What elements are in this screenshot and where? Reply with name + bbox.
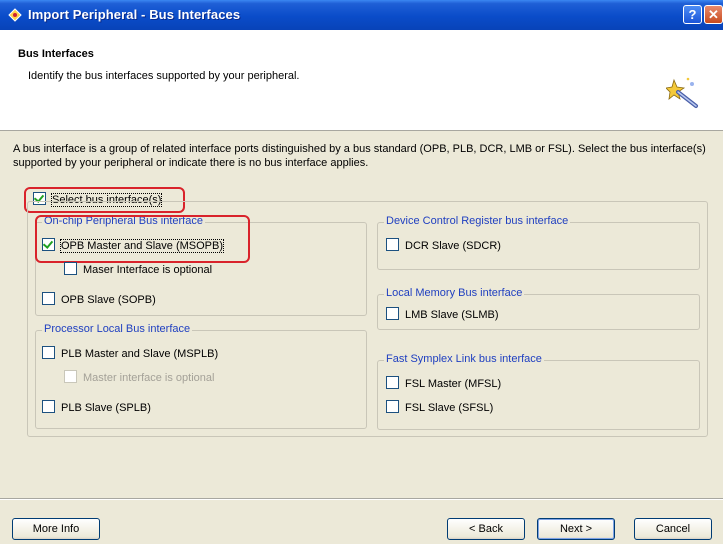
checkbox-icon[interactable] xyxy=(42,400,55,413)
legend-dcr: Device Control Register bus interface xyxy=(384,215,571,227)
checkbox-icon[interactable] xyxy=(386,376,399,389)
header-subtitle: Identify the bus interfaces supported by… xyxy=(28,70,300,82)
plb-master-slave-label: PLB Master and Slave (MSPLB) xyxy=(61,348,219,360)
checkbox-icon[interactable] xyxy=(42,346,55,359)
help-button[interactable]: ? xyxy=(683,5,702,24)
group-fsl: Fast Symplex Link bus interface xyxy=(377,353,700,430)
more-info-button[interactable]: More Info xyxy=(12,518,100,540)
title-bar: Import Peripheral - Bus Interfaces ? ✕ xyxy=(0,0,723,30)
opb-slave-label: OPB Slave (SOPB) xyxy=(61,294,156,306)
plb-slave-label: PLB Slave (SPLB) xyxy=(61,402,151,414)
legend-lmb: Local Memory Bus interface xyxy=(384,287,525,299)
window-title: Import Peripheral - Bus Interfaces xyxy=(28,7,241,22)
plb-slave-checkbox[interactable]: PLB Slave (SPLB) xyxy=(42,400,151,414)
wizard-header: Bus Interfaces Identify the bus interfac… xyxy=(0,30,723,131)
description-text: A bus interface is a group of related in… xyxy=(13,143,706,169)
fsl-master-checkbox[interactable]: FSL Master (MFSL) xyxy=(386,376,501,390)
dcr-slave-label: DCR Slave (SDCR) xyxy=(405,240,501,252)
dcr-slave-checkbox[interactable]: DCR Slave (SDCR) xyxy=(386,238,501,252)
legend-fsl: Fast Symplex Link bus interface xyxy=(384,353,544,365)
checkbox-icon[interactable] xyxy=(42,238,55,251)
plb-master-optional-checkbox: Master interface is optional xyxy=(64,370,214,384)
app-icon xyxy=(8,8,22,22)
checkbox-icon[interactable] xyxy=(64,262,77,275)
opb-master-optional-label: Maser Interface is optional xyxy=(83,264,213,276)
opb-slave-checkbox[interactable]: OPB Slave (SOPB) xyxy=(42,292,156,306)
lmb-slave-label: LMB Slave (SLMB) xyxy=(405,309,499,321)
back-button[interactable]: < Back xyxy=(447,518,525,540)
wizard-wand-icon xyxy=(666,77,698,108)
opb-master-slave-checkbox[interactable]: OPB Master and Slave (MSOPB) xyxy=(42,238,224,253)
fsl-slave-checkbox[interactable]: FSL Slave (SFSL) xyxy=(386,400,493,414)
plb-master-optional-label: Master interface is optional xyxy=(83,372,215,384)
next-button[interactable]: Next > xyxy=(537,518,615,540)
checkbox-icon xyxy=(64,370,77,383)
close-button[interactable]: ✕ xyxy=(704,5,723,24)
opb-master-optional-checkbox[interactable]: Maser Interface is optional xyxy=(64,262,212,276)
checkbox-icon[interactable] xyxy=(386,307,399,320)
checkbox-icon[interactable] xyxy=(386,238,399,251)
header-title: Bus Interfaces xyxy=(18,48,94,60)
opb-master-slave-label: OPB Master and Slave (MSOPB) xyxy=(60,239,224,253)
checkbox-icon[interactable] xyxy=(386,400,399,413)
plb-master-slave-checkbox[interactable]: PLB Master and Slave (MSPLB) xyxy=(42,346,218,360)
checkbox-icon[interactable] xyxy=(42,292,55,305)
button-bar-separator xyxy=(0,498,723,500)
cancel-button[interactable]: Cancel xyxy=(634,518,712,540)
fsl-slave-label: FSL Slave (SFSL) xyxy=(405,402,494,414)
fsl-master-label: FSL Master (MFSL) xyxy=(405,378,502,390)
legend-plb: Processor Local Bus interface xyxy=(42,323,193,335)
lmb-slave-checkbox[interactable]: LMB Slave (SLMB) xyxy=(386,307,499,321)
